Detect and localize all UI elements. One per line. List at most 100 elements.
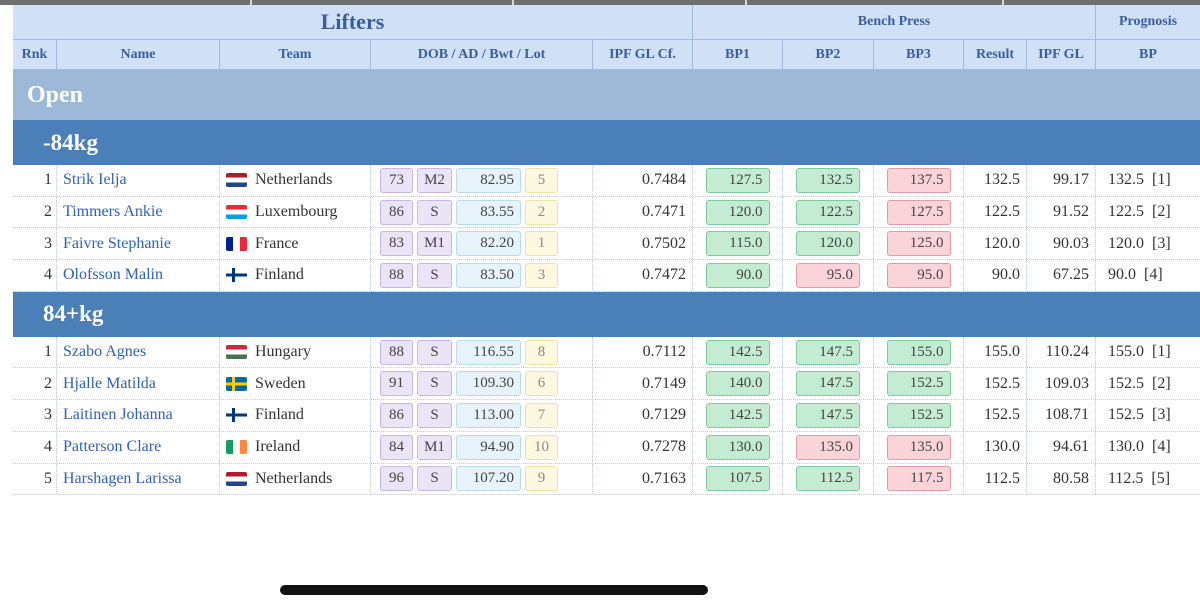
prognosis-bp: 120.0 [3]	[1108, 234, 1171, 252]
bp1-cell: 90.0	[693, 260, 783, 291]
col-ipf-gl-cf[interactable]: IPF GL Cf.	[593, 40, 693, 69]
ipf-gl-coefficient: 0.7112	[593, 336, 693, 368]
bp3-cell: 155.0	[874, 336, 964, 368]
lifter-row[interactable]: 2 Hjalle Matilda Sweden 91 S 109.30 6 0.7149 140…	[13, 368, 1200, 401]
weight-classes: -84kg 1 Strik Ielja Netherlands 73 M2 82.95 5 0.…	[13, 120, 1200, 496]
dob-chip: 88	[380, 262, 413, 288]
col-bp2[interactable]: BP2	[783, 40, 874, 69]
prognosis-bp: 112.5 [5]	[1108, 469, 1171, 487]
col-bp3[interactable]: BP3	[874, 40, 964, 69]
lifter-name-link[interactable]: Olofsson Malin	[57, 260, 220, 291]
bp3-attempt: 95.0	[886, 262, 951, 288]
bp1-cell: 140.0	[693, 368, 783, 400]
lifter-row[interactable]: 1 Strik Ielja Netherlands 73 M2 82.95 5 0.7484 1…	[13, 165, 1200, 197]
lifter-name-link[interactable]: Timmers Ankie	[57, 196, 220, 228]
col-team[interactable]: Team	[220, 40, 371, 69]
col-bp1[interactable]: BP1	[693, 40, 783, 69]
bp2-cell: 95.0	[783, 260, 874, 291]
lifter-name-link[interactable]: Hjalle Matilda	[57, 368, 220, 400]
col-name[interactable]: Name	[57, 40, 220, 69]
dob-ad-bwt-lot-cell: 86 S 83.55 2	[371, 196, 593, 228]
lot-chip: 10	[525, 434, 558, 460]
flag-se-icon	[226, 376, 247, 391]
ipf-gl-points: 90.03	[1027, 228, 1096, 260]
flag-ie-icon	[226, 440, 247, 455]
result-cell: 155.0	[964, 336, 1027, 368]
bp1-attempt: 120.0	[705, 199, 770, 225]
age-division-chip: S	[417, 402, 452, 428]
col-result[interactable]: Result	[964, 40, 1027, 69]
age-division-chip: M1	[417, 434, 452, 460]
col-rnk[interactable]: Rnk	[13, 40, 57, 69]
lifter-name-link[interactable]: Harshagen Larissa	[57, 463, 220, 495]
dob-ad-bwt-lot-cell: 88 S 83.50 3	[371, 260, 593, 291]
bp3-cell: 95.0	[874, 260, 964, 291]
age-division-chip: S	[417, 199, 452, 225]
bp3-cell: 137.5	[874, 165, 964, 196]
bodyweight-chip: 94.90	[456, 434, 521, 460]
home-indicator[interactable]	[280, 585, 708, 595]
prognosis-bp: 155.0 [1]	[1108, 343, 1171, 361]
results-board: Lifters Bench Press Prognosis Rnk Name T…	[13, 5, 1200, 496]
lifter-row[interactable]: 3 Faivre Stephanie France 83 M1 82.20 1 0.7502 1…	[13, 228, 1200, 261]
lifter-row[interactable]: 1 Szabo Agnes Hungary 88 S 116.55 8 0.7112 142.5…	[13, 336, 1200, 369]
result-cell: 112.5	[964, 463, 1027, 495]
lifter-row[interactable]: 4 Olofsson Malin Finland 88 S 83.50 3 0.7472 90.…	[13, 260, 1200, 292]
bodyweight-chip: 82.95	[456, 167, 521, 193]
bodyweight-chip: 109.30	[456, 371, 521, 397]
bp1-cell: 120.0	[693, 196, 783, 228]
lifter-name-link[interactable]: Szabo Agnes	[57, 336, 220, 368]
lifter-name-link[interactable]: Laitinen Johanna	[57, 400, 220, 431]
lifter-name-link[interactable]: Patterson Clare	[57, 431, 220, 463]
lifter-row[interactable]: 4 Patterson Clare Ireland 84 M1 94.90 10 0.7278…	[13, 431, 1200, 464]
bp3-attempt: 155.0	[886, 339, 951, 365]
rank-cell: 3	[13, 400, 57, 431]
lifter-name-link[interactable]: Faivre Stephanie	[57, 228, 220, 260]
bp3-cell: 127.5	[874, 196, 964, 228]
dob-chip: 83	[380, 231, 413, 257]
rank-cell: 1	[13, 336, 57, 368]
dob-chip: 84	[380, 434, 413, 460]
prognosis-header: Prognosis	[1118, 14, 1178, 29]
ipf-gl-points: 80.58	[1027, 463, 1096, 495]
team-cell: Finland	[220, 400, 371, 431]
lot-chip: 9	[525, 466, 558, 492]
result-cell: 130.0	[964, 431, 1027, 463]
rank-cell: 4	[13, 431, 57, 463]
weight-class-header: 84+kg	[13, 291, 1200, 337]
bp1-cell: 130.0	[693, 431, 783, 463]
ipf-gl-coefficient: 0.7472	[593, 260, 693, 291]
team-name: Sweden	[255, 374, 306, 392]
col-dob[interactable]: DOB / AD / Bwt / Lot	[371, 40, 593, 69]
bp2-attempt: 132.5	[796, 167, 860, 193]
lifter-name-link[interactable]: Strik Ielja	[57, 165, 220, 196]
bodyweight-chip: 116.55	[456, 339, 521, 365]
category-open: Open	[13, 70, 1200, 120]
prognosis-bp: 122.5 [2]	[1108, 203, 1171, 221]
bp2-attempt: 147.5	[796, 339, 860, 365]
ipf-gl-points: 110.24	[1027, 336, 1096, 368]
team-name: Netherlands	[255, 469, 333, 487]
rank-cell: 2	[13, 196, 57, 228]
flag-lu-icon	[226, 205, 247, 220]
bp2-cell: 132.5	[783, 165, 874, 196]
lot-chip: 1	[525, 231, 558, 257]
lifter-row[interactable]: 2 Timmers Ankie Luxembourg 86 S 83.55 2 0.7471 1…	[13, 196, 1200, 229]
prognosis-bp: 152.5 [3]	[1108, 406, 1171, 424]
lot-chip: 6	[525, 371, 558, 397]
ipf-gl-coefficient: 0.7129	[593, 400, 693, 431]
bp3-attempt: 152.5	[886, 371, 951, 397]
ipf-gl-points: 94.61	[1027, 431, 1096, 463]
team-name: Ireland	[255, 438, 301, 456]
lifter-row[interactable]: 5 Harshagen Larissa Netherlands 96 S 107.20 9 0…	[13, 463, 1200, 496]
lifter-row[interactable]: 3 Laitinen Johanna Finland 86 S 113.00 7 0.7129…	[13, 400, 1200, 432]
bp2-cell: 122.5	[783, 196, 874, 228]
bp3-cell: 152.5	[874, 400, 964, 431]
ipf-gl-points: 109.03	[1027, 368, 1096, 400]
bp2-attempt: 95.0	[796, 262, 860, 288]
col-ipf-gl[interactable]: IPF GL	[1027, 40, 1096, 69]
team-cell: Netherlands	[220, 165, 371, 196]
col-bp-prognosis[interactable]: BP	[1096, 40, 1200, 69]
age-division-chip: S	[417, 339, 452, 365]
bp1-attempt: 107.5	[705, 466, 770, 492]
